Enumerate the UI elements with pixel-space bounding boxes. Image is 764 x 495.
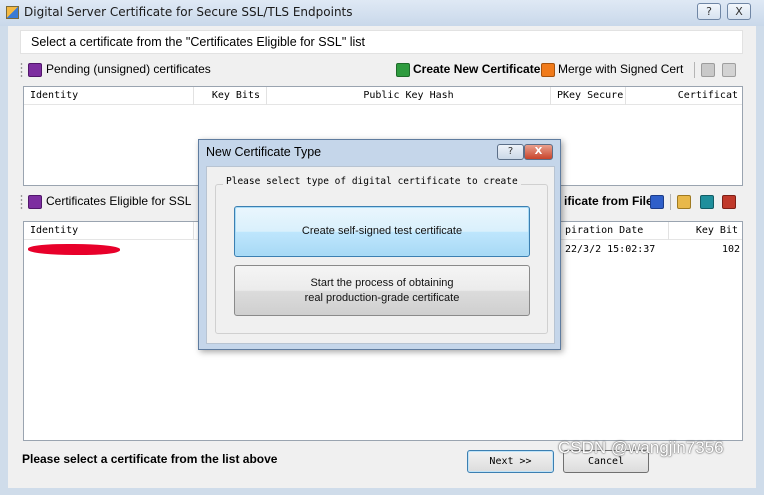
pending-title: Pending (unsigned) certificates [46,62,211,76]
column-identity[interactable]: Identity [24,87,194,105]
group-label: Please select type of digital certificat… [223,176,521,187]
eligible-title: Certificates Eligible for SSL [46,194,192,208]
instruction-banner: Select a certificate from the "Certifica… [20,30,743,54]
key-bits-cell: 102 [722,244,741,255]
close-button[interactable]: X [727,3,751,20]
column-pkey-secure[interactable]: PKey Secure [551,87,626,105]
create-certificate-button[interactable]: Create New Certificate [413,62,540,76]
toolbar-separator [694,62,695,78]
toolbar-separator [670,194,671,210]
column-key-bits[interactable]: Key Bit [669,222,742,240]
properties-icon[interactable] [677,195,691,209]
dialog-body: Please select type of digital certificat… [206,166,555,344]
dialog-help-button[interactable]: ? [497,144,524,160]
create-certificate-icon [396,63,410,77]
column-identity[interactable]: Identity [24,222,194,240]
unlink-icon[interactable] [700,195,714,209]
properties-icon[interactable] [701,63,715,77]
expiration-date-cell: 22/3/2 15:02:37 [565,244,656,255]
toolbar-grip[interactable] [20,194,23,210]
refresh-icon[interactable] [28,63,42,77]
next-button[interactable]: Next >> [467,450,554,473]
watermark: CSDN @wangjin7356 [558,438,724,457]
delete-icon[interactable] [722,195,736,209]
merge-icon [541,63,555,77]
production-line-2: real production-grade certificate [304,292,460,304]
dialog-title: New Certificate Type [206,145,322,159]
window-title: Digital Server Certificate for Secure SS… [24,5,353,19]
merge-signed-cert-button[interactable]: Merge with Signed Cert [558,62,683,76]
export-icon[interactable] [650,195,664,209]
app-icon [6,6,19,19]
toolbar-grip[interactable] [20,62,23,78]
dialog-close-button[interactable]: X [524,144,553,160]
production-certificate-button[interactable]: Start the process of obtaining real prod… [234,265,530,316]
redacted-identity [27,243,121,256]
pending-toolbar: Pending (unsigned) certificates Create N… [20,58,743,82]
help-button[interactable]: ? [697,3,721,20]
new-certificate-type-dialog: New Certificate Type ? X Please select t… [198,139,561,350]
production-line-1: Start the process of obtaining [310,277,454,289]
column-certificate[interactable]: Certificat [626,87,742,105]
status-message: Please select a certificate from the lis… [22,452,278,466]
column-expiration-date[interactable]: piration Date [559,222,669,240]
refresh-icon[interactable] [28,195,42,209]
window-titlebar[interactable]: Digital Server Certificate for Secure SS… [0,0,764,26]
column-public-key-hash[interactable]: Public Key Hash [267,87,551,105]
column-key-bits[interactable]: Key Bits [194,87,267,105]
self-signed-certificate-button[interactable]: Create self-signed test certificate [234,206,530,257]
pending-list-header: Identity Key Bits Public Key Hash PKey S… [24,87,742,105]
delete-icon[interactable] [722,63,736,77]
import-from-file-button[interactable]: ificate from File [564,194,653,208]
